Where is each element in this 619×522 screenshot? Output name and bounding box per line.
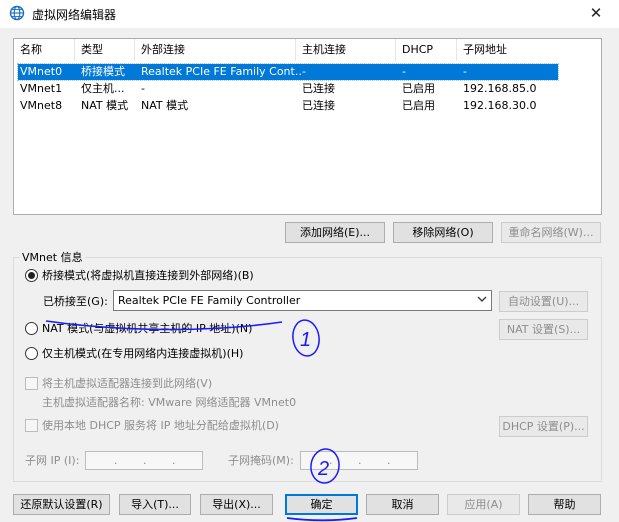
add-network-button[interactable]: 添加网络(E)...	[285, 222, 385, 243]
help-button[interactable]: 帮助	[528, 494, 601, 515]
subnet-mask-input[interactable]: . . .	[300, 451, 418, 470]
ok-button[interactable]: 确定	[285, 494, 358, 515]
column-header-subnet[interactable]: 子网地址	[457, 39, 557, 61]
cell-external: -	[141, 82, 145, 95]
bridged-label[interactable]: 桥接模式(将虚拟机直接连接到外部网络)(B)	[42, 269, 254, 283]
cell-subnet: -	[463, 65, 467, 78]
cancel-button[interactable]: 取消	[366, 494, 439, 515]
apply-button[interactable]: 应用(A)	[447, 494, 520, 515]
hostonly-label[interactable]: 仅主机模式(在专用网络内连接虚拟机)(H)	[42, 347, 243, 361]
close-button[interactable]: ✕	[583, 2, 609, 24]
nat-radio[interactable]	[25, 322, 38, 335]
vmnet-info-label: VMnet 信息	[20, 249, 85, 265]
cell-host: -	[302, 65, 306, 78]
cell-dhcp: 已启用	[402, 99, 435, 112]
chevron-down-icon	[477, 294, 487, 307]
hostonly-radio[interactable]	[25, 347, 38, 360]
network-globe-icon	[9, 5, 25, 21]
cell-subnet: 192.168.30.0	[463, 99, 537, 112]
column-header-external[interactable]: 外部连接	[135, 39, 296, 61]
restore-defaults-button[interactable]: 还原默认设置(R)	[13, 494, 110, 515]
cell-type: 桥接模式	[81, 65, 125, 78]
cell-name: VMnet1	[20, 82, 63, 95]
table-row[interactable]: VMnet8 NAT 模式 NAT 模式 已连接 已启用 192.168.30.…	[18, 98, 558, 114]
bridged-radio[interactable]	[25, 269, 38, 282]
cell-dhcp: -	[402, 65, 406, 78]
subnet-mask-label: 子网掩码(M):	[228, 454, 294, 467]
dhcp-label[interactable]: 使用本地 DHCP 服务将 IP 地址分配给虚拟机(D)	[42, 419, 279, 433]
bridged-adapter-value: Realtek PCIe FE Family Controller	[118, 294, 301, 307]
cell-name: VMnet0	[20, 65, 63, 78]
subnet-mask-value: . . .	[329, 454, 391, 467]
cell-external: Realtek PCIe FE Family Cont...	[141, 65, 301, 78]
dhcp-settings-button[interactable]: DHCP 设置(P)...	[499, 416, 588, 437]
cell-host: 已连接	[302, 99, 335, 112]
import-button[interactable]: 导入(T)...	[119, 494, 191, 515]
cell-external: NAT 模式	[141, 99, 189, 112]
cell-dhcp: 已启用	[402, 82, 435, 95]
column-header-name[interactable]: 名称	[14, 39, 75, 61]
subnet-ip-input[interactable]: . . .	[85, 451, 203, 470]
cell-type: NAT 模式	[81, 99, 129, 112]
nat-label[interactable]: NAT 模式(与虚拟机共享主机的 IP 地址)(N)	[42, 322, 252, 336]
export-button[interactable]: 导出(X)...	[200, 494, 273, 515]
cell-subnet: 192.168.85.0	[463, 82, 537, 95]
subnet-ip-value: . . .	[114, 454, 176, 467]
list-header: 名称 类型 外部连接 主机连接 DHCP 子网地址	[14, 39, 601, 61]
title-bar: 虚拟网络编辑器 ✕	[0, 0, 619, 28]
bridged-adapter-select[interactable]: Realtek PCIe FE Family Controller	[113, 290, 492, 311]
column-header-dhcp[interactable]: DHCP	[396, 39, 457, 61]
subnet-ip-label: 子网 IP (I):	[25, 454, 80, 467]
rename-network-button[interactable]: 重命名网络(W)...	[501, 222, 601, 243]
nat-settings-button[interactable]: NAT 设置(S)...	[499, 319, 588, 340]
remove-network-button[interactable]: 移除网络(O)	[393, 222, 493, 243]
cell-host: 已连接	[302, 82, 335, 95]
table-row[interactable]: VMnet1 仅主机... - 已连接 已启用 192.168.85.0	[18, 81, 558, 97]
dhcp-checkbox[interactable]	[25, 419, 38, 432]
connect-adapter-label[interactable]: 将主机虚拟适配器连接到此网络(V)	[42, 377, 212, 391]
bridged-to-label: 已桥接至(G):	[43, 295, 108, 308]
connect-adapter-checkbox[interactable]	[25, 377, 38, 390]
table-row[interactable]: VMnet0 桥接模式 Realtek PCIe FE Family Cont.…	[17, 63, 559, 81]
cell-name: VMnet8	[20, 99, 63, 112]
adapter-name-label: 主机虚拟适配器名称: VMware 网络适配器 VMnet0	[42, 396, 297, 409]
network-list[interactable]: 名称 类型 外部连接 主机连接 DHCP 子网地址 VMnet0 桥接模式 Re…	[13, 38, 602, 215]
column-header-host[interactable]: 主机连接	[296, 39, 396, 61]
window-title: 虚拟网络编辑器	[32, 8, 117, 22]
column-header-type[interactable]: 类型	[75, 39, 135, 61]
cell-type: 仅主机...	[81, 82, 125, 95]
auto-settings-button[interactable]: 自动设置(U)...	[499, 291, 588, 312]
